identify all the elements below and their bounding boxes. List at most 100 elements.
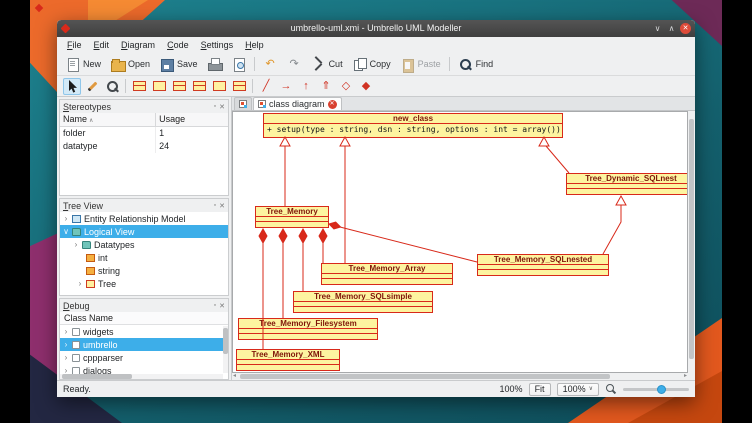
- debug-horizontal-scrollbar[interactable]: [60, 374, 223, 379]
- titlebar[interactable]: umbrello-uml.xmi - Umbrello UML Modeller…: [57, 20, 695, 37]
- column-header-class-name[interactable]: Class Name: [60, 312, 228, 325]
- new-button[interactable]: New: [62, 56, 104, 73]
- scrollbar-corner: [688, 373, 695, 380]
- canvas-vertical-scrollbar[interactable]: [688, 111, 695, 373]
- copy-button[interactable]: Copy: [349, 56, 394, 73]
- save-disk-icon: [159, 57, 174, 72]
- diagrams-tab[interactable]: [234, 97, 252, 110]
- object-tool-button[interactable]: [230, 78, 248, 95]
- checkbox[interactable]: [72, 354, 80, 362]
- debug-item-cppparser[interactable]: › cppparser: [60, 351, 228, 364]
- class-icon: [86, 280, 95, 288]
- scroll-right-icon[interactable]: ▸: [684, 373, 687, 380]
- menu-diagram[interactable]: Diagram: [116, 40, 160, 50]
- find-button[interactable]: Find: [455, 56, 497, 73]
- undo-button[interactable]: ↶: [260, 56, 281, 73]
- association-tool-button[interactable]: ╱: [257, 78, 275, 95]
- tree-item-datatypes[interactable]: › Datatypes: [60, 238, 228, 251]
- zoom-slider-handle[interactable]: [657, 385, 666, 394]
- print-button[interactable]: [204, 56, 225, 73]
- tree-item-entity-relationship-model[interactable]: › Entity Relationship Model: [60, 212, 228, 225]
- directed-association-tool-button[interactable]: →: [277, 78, 295, 95]
- paste-button[interactable]: Paste: [397, 56, 444, 73]
- tab-close-icon[interactable]: ✕: [328, 100, 337, 109]
- debug-item-umbrello[interactable]: › umbrello: [60, 338, 228, 351]
- checkbox[interactable]: [72, 341, 80, 349]
- open-button[interactable]: Open: [107, 56, 153, 73]
- print-preview-button[interactable]: [228, 56, 249, 73]
- dock-float-icon[interactable]: ▫: [214, 202, 216, 210]
- diagram-viewport[interactable]: new_class + setup(type : string, dsn : s…: [232, 111, 688, 373]
- checkbox[interactable]: [72, 328, 80, 336]
- clipboard-icon: [400, 57, 415, 72]
- menu-file[interactable]: File: [62, 40, 87, 50]
- window-buttons: ∨ ∧ ✕: [652, 23, 691, 34]
- dock-close-icon[interactable]: ✕: [219, 202, 225, 210]
- tree-item-tree[interactable]: › Tree: [60, 277, 228, 290]
- maximize-button[interactable]: ∧: [666, 23, 677, 34]
- zoom-tool-button[interactable]: [103, 78, 121, 95]
- tree-item-logical-view[interactable]: ∨ Logical View: [60, 225, 228, 238]
- table-row[interactable]: folder 1: [60, 127, 228, 140]
- tree-item-string[interactable]: string: [60, 264, 228, 277]
- datatype-icon: [86, 254, 95, 262]
- table-row[interactable]: datatype 24: [60, 140, 228, 153]
- scrollbar-thumb[interactable]: [240, 374, 610, 379]
- dock-float-icon[interactable]: ▫: [214, 302, 216, 310]
- dock-float-icon[interactable]: ▫: [214, 103, 216, 111]
- uni-association-tool-button[interactable]: ↑: [297, 78, 315, 95]
- close-button[interactable]: ✕: [680, 23, 691, 34]
- cut-button[interactable]: Cut: [308, 56, 346, 73]
- enum-tool-button[interactable]: [190, 78, 208, 95]
- dock-close-icon[interactable]: ✕: [219, 103, 225, 111]
- menu-code[interactable]: Code: [162, 40, 194, 50]
- scrollbar-thumb[interactable]: [689, 119, 694, 359]
- save-button[interactable]: Save: [156, 56, 201, 73]
- menu-edit[interactable]: Edit: [89, 40, 115, 50]
- column-header-name[interactable]: Name∧: [60, 113, 156, 126]
- expander-icon[interactable]: ∨: [63, 227, 69, 236]
- expander-icon[interactable]: ›: [63, 327, 69, 336]
- uni-association-icon: ↑: [300, 78, 313, 95]
- class-tool-button[interactable]: [130, 78, 148, 95]
- expander-icon[interactable]: ›: [63, 214, 69, 223]
- zoom-select[interactable]: 100% ∨: [557, 383, 599, 396]
- select-tool-button[interactable]: [63, 78, 81, 95]
- canvas-horizontal-scrollbar[interactable]: ◂ ▸: [232, 373, 688, 380]
- datatype-tool-button[interactable]: [170, 78, 188, 95]
- stereotypes-dock-titlebar[interactable]: Stereotypes ▫✕: [60, 100, 228, 113]
- scrollbar-thumb[interactable]: [223, 328, 228, 354]
- minimize-button[interactable]: ∨: [652, 23, 663, 34]
- tab-class-diagram[interactable]: class diagram ✕: [253, 97, 342, 110]
- expander-icon[interactable]: ›: [73, 240, 79, 249]
- menu-settings[interactable]: Settings: [196, 40, 239, 50]
- window-title: umbrello-uml.xmi - Umbrello UML Modeller: [57, 20, 695, 37]
- aggregation-tool-button[interactable]: ◇: [337, 78, 355, 95]
- expander-icon[interactable]: ›: [63, 340, 69, 349]
- zoom-slider[interactable]: [623, 388, 689, 391]
- debug-item-widgets[interactable]: › widgets: [60, 325, 228, 338]
- expander-icon[interactable]: ›: [77, 279, 83, 288]
- tree-view-dock-titlebar[interactable]: Tree View ▫✕: [60, 199, 228, 212]
- column-header-usage[interactable]: Usage: [156, 113, 228, 126]
- interface-tool-button[interactable]: [150, 78, 168, 95]
- diagram-toolbar: ╱ → ↑ ⇑ ◇ ◆: [57, 76, 695, 97]
- generalization-array-to-newclass: [340, 137, 350, 263]
- scrollbar-thumb[interactable]: [62, 374, 132, 379]
- pencil-tool-button[interactable]: [83, 78, 101, 95]
- tree-item-int[interactable]: int: [60, 251, 228, 264]
- fit-button[interactable]: Fit: [529, 383, 551, 396]
- redo-icon: ↷: [287, 57, 302, 72]
- redo-button[interactable]: ↷: [284, 56, 305, 73]
- debug-vertical-scrollbar[interactable]: [223, 326, 228, 373]
- aggregation-icon: ◇: [340, 78, 353, 95]
- menu-help[interactable]: Help: [240, 40, 269, 50]
- generalization-tool-button[interactable]: ⇑: [317, 78, 335, 95]
- package-tool-button[interactable]: [210, 78, 228, 95]
- scroll-left-icon[interactable]: ◂: [233, 373, 236, 380]
- composition-tool-button[interactable]: ◆: [357, 78, 375, 95]
- dock-close-icon[interactable]: ✕: [219, 302, 225, 310]
- toolbar-separator: [125, 79, 126, 93]
- expander-icon[interactable]: ›: [63, 353, 69, 362]
- debug-dock-titlebar[interactable]: Debug ▫✕: [60, 299, 228, 312]
